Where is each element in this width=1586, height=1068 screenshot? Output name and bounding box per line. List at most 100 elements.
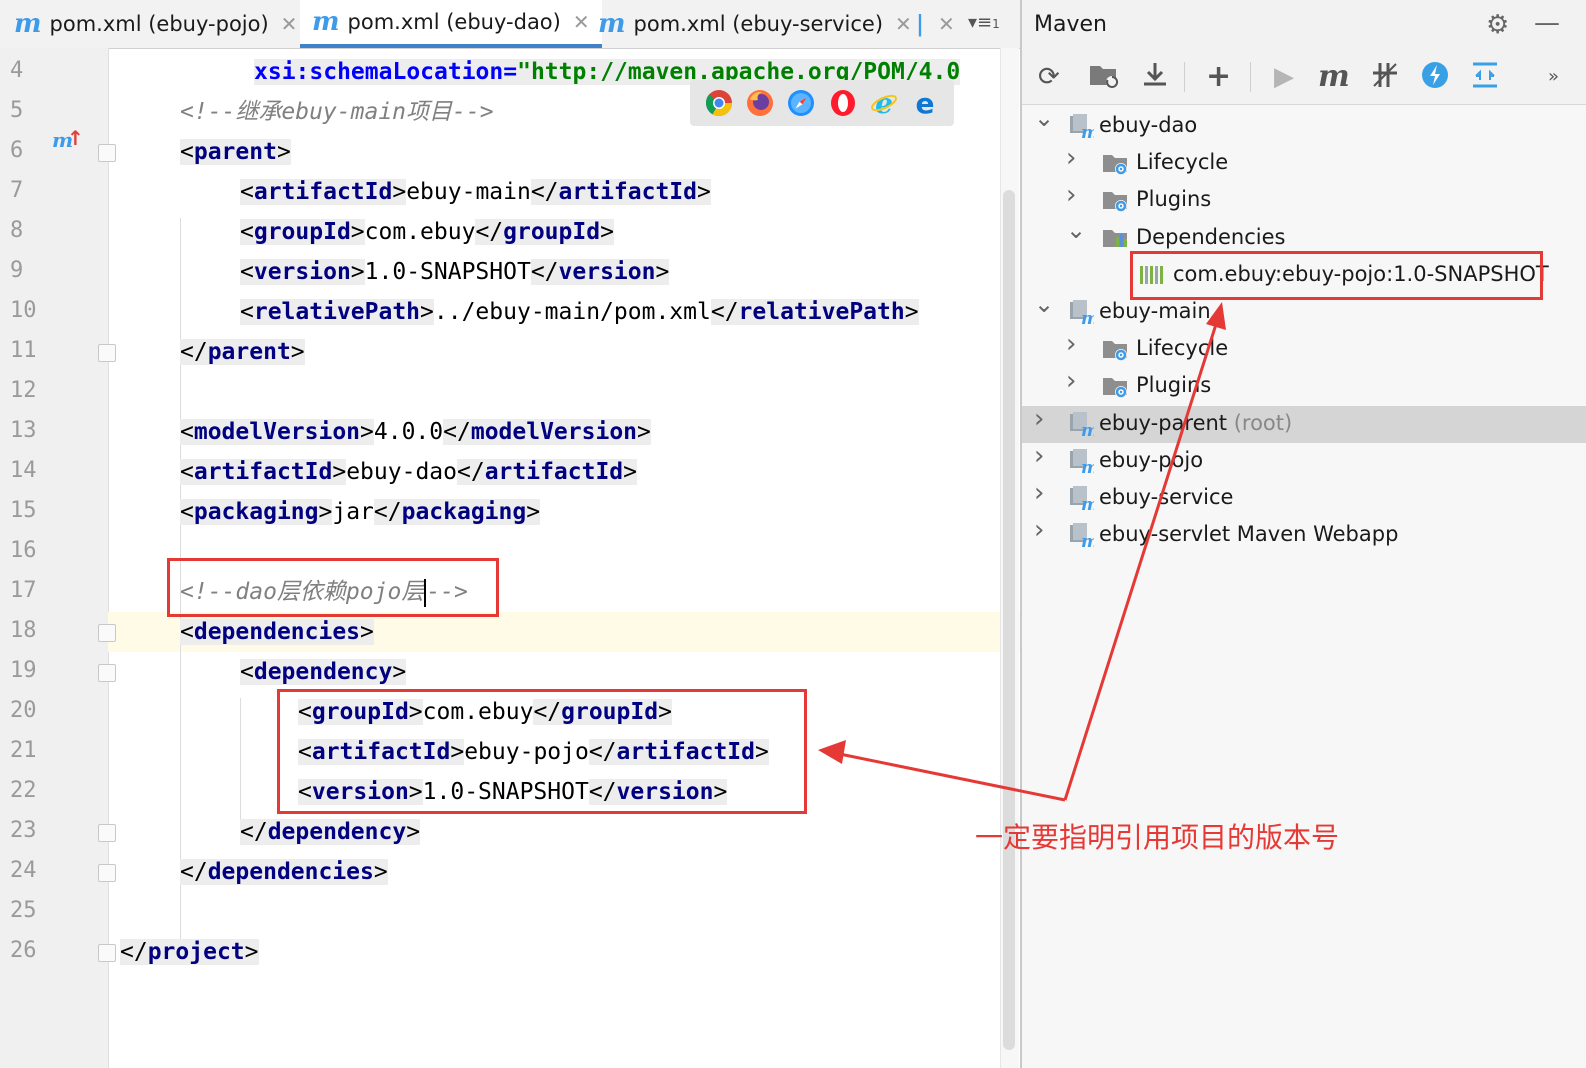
maven-module-icon: m	[1070, 411, 1094, 437]
chevron-right-icon[interactable]: ›	[1034, 515, 1044, 545]
code-line-13: <modelVersion>4.0.0</modelVersion>	[180, 419, 651, 445]
firefox-icon[interactable]	[746, 89, 774, 117]
fold-marker[interactable]	[98, 344, 116, 362]
maven-tool-window: Maven ⚙ — ⟳ + ▶ m » ⌄ m ebuy-dao › Lifecycle…	[1020, 0, 1586, 1068]
line-number: 15	[10, 498, 37, 523]
maven-module-icon: m	[1070, 486, 1094, 511]
chevron-right-icon[interactable]: ›	[1034, 404, 1044, 434]
close-icon[interactable]: ✕	[281, 12, 298, 36]
xml-tag-name: dependency	[267, 819, 407, 845]
maven-file-icon: m	[312, 7, 340, 37]
maven-file-icon: |	[916, 11, 925, 37]
tab-overflow-count: 1	[992, 17, 1000, 31]
toggle-offline-icon[interactable]	[1370, 60, 1400, 94]
annotation-box-maven-dependency	[1130, 251, 1543, 300]
safari-icon[interactable]	[787, 89, 815, 117]
tree-item-lifecycle[interactable]: › Lifecycle	[1022, 329, 1586, 368]
line-number: 21	[10, 738, 37, 763]
fold-marker[interactable]	[98, 864, 116, 882]
xml-tag-name: parent	[193, 139, 277, 165]
fold-marker[interactable]	[98, 664, 116, 682]
code-line-19: <dependency>	[240, 659, 407, 685]
download-icon[interactable]	[1140, 60, 1170, 94]
code-line-14: <artifactId>ebuy-dao</artifactId>	[180, 459, 638, 485]
opera-icon[interactable]	[829, 89, 857, 117]
chevron-down-icon[interactable]: ⌄	[1034, 290, 1054, 318]
add-icon[interactable]: +	[1206, 60, 1231, 94]
svg-text:m: m	[1081, 532, 1094, 548]
chrome-icon[interactable]	[705, 89, 733, 117]
edge-icon[interactable]: e	[911, 89, 939, 117]
code-line-18: <dependencies>	[180, 619, 374, 645]
vertical-scrollbar-thumb[interactable]	[1003, 190, 1015, 1050]
xml-text: ../ebuy-main/pom.xml	[433, 299, 711, 325]
line-number: 14	[10, 458, 37, 483]
tree-item-plugins[interactable]: › Plugins	[1022, 366, 1586, 405]
generate-sources-icon[interactable]	[1088, 60, 1120, 94]
line-number: 17	[10, 578, 37, 603]
editor-pane: m pom.xml (ebuy-pojo) ✕ m pom.xml (ebuy-…	[0, 0, 1020, 1068]
close-icon[interactable]: ✕	[895, 12, 912, 36]
tree-item-ebuy-service[interactable]: › m ebuy-service	[1022, 478, 1586, 517]
xml-tag-name: project	[147, 939, 245, 965]
line-number: 8	[10, 218, 24, 243]
tab-truncated[interactable]: | ✕	[916, 0, 955, 48]
tab-label: pom.xml (ebuy-dao)	[347, 10, 561, 34]
close-icon[interactable]: ✕	[938, 12, 955, 36]
reimport-icon[interactable]: ⟳	[1038, 60, 1060, 94]
more-actions-icon[interactable]: »	[1548, 60, 1559, 94]
chevron-right-icon[interactable]: ›	[1034, 478, 1044, 508]
chevron-down-icon[interactable]: ⌄	[1066, 216, 1086, 244]
tree-item-label: ebuy-main	[1099, 299, 1211, 323]
toolbar-separator	[1250, 62, 1251, 92]
fold-marker[interactable]	[98, 824, 116, 842]
tree-item-ebuy-dao[interactable]: ⌄ m ebuy-dao	[1022, 104, 1586, 145]
close-icon[interactable]: ✕	[573, 10, 590, 34]
maven-module-icon: m	[1070, 114, 1094, 139]
tab-pom-ebuy-service[interactable]: m pom.xml (ebuy-service) ✕	[598, 0, 912, 48]
chevron-down-icon[interactable]: ⌄	[1034, 104, 1054, 132]
svg-text:m: m	[1081, 123, 1094, 139]
tree-item-label: ebuy-service	[1099, 485, 1234, 509]
line-number: 25	[10, 898, 37, 923]
tree-item-label: Plugins	[1136, 373, 1212, 398]
internet-explorer-icon[interactable]: e	[870, 89, 898, 117]
xml-text: jar	[332, 499, 374, 525]
chevron-right-icon[interactable]: ›	[1066, 366, 1076, 396]
collapse-all-icon[interactable]	[1470, 60, 1500, 94]
gear-icon[interactable]: ⚙	[1486, 10, 1509, 40]
line-number: 12	[10, 378, 37, 403]
run-icon[interactable]: ▶	[1274, 60, 1294, 94]
tab-pom-ebuy-dao[interactable]: m pom.xml (ebuy-dao) ✕	[300, 0, 602, 48]
annotation-box-comment	[167, 558, 499, 617]
xml-text: com.ebuy	[364, 219, 476, 245]
chevron-right-icon[interactable]: ›	[1034, 441, 1044, 471]
tab-pom-ebuy-pojo[interactable]: m pom.xml (ebuy-pojo) ✕	[14, 0, 297, 48]
tree-item-lifecycle[interactable]: › Lifecycle	[1022, 143, 1586, 182]
tree-item-label: ebuy-parent	[1099, 410, 1228, 435]
chevron-right-icon[interactable]: ›	[1066, 329, 1076, 359]
tab-list-dropdown[interactable]: ▾≡1	[968, 12, 1000, 33]
fold-marker[interactable]	[98, 944, 116, 962]
fold-marker[interactable]	[98, 624, 116, 642]
indent-guide	[240, 698, 241, 828]
xml-tag-name: artifactId	[484, 459, 624, 485]
line-number: 11	[10, 338, 37, 363]
xml-tag-name: relativePath	[253, 299, 421, 325]
code-line-11: </parent>	[180, 339, 305, 365]
execute-maven-goal-icon[interactable]: m	[1318, 60, 1350, 94]
tree-item-ebuy-pojo[interactable]: › m ebuy-pojo	[1022, 441, 1586, 480]
skip-tests-icon[interactable]	[1420, 60, 1450, 94]
tree-item-plugins[interactable]: › Plugins	[1022, 180, 1586, 219]
maven-file-icon: m	[598, 9, 626, 39]
chevron-right-icon[interactable]: ›	[1066, 143, 1076, 173]
line-number: 18	[10, 618, 37, 643]
line-number-gutter: 4 5 6 7 8 9 10 11 12 13 14 15 16 17 18 19 20 21 22 23 24 25 26	[0, 48, 109, 1068]
tree-item-ebuy-parent[interactable]: › m ebuy-parent (root)	[1022, 404, 1586, 443]
minimize-icon[interactable]: —	[1534, 8, 1560, 38]
fold-marker[interactable]	[98, 144, 116, 162]
code-line-6: <parent>	[180, 139, 291, 165]
editor-tab-bar: m pom.xml (ebuy-pojo) ✕ m pom.xml (ebuy-…	[0, 0, 1020, 49]
chevron-right-icon[interactable]: ›	[1066, 180, 1076, 210]
tree-item-ebuy-servlet-maven-webapp[interactable]: › m ebuy-servlet Maven Webapp	[1022, 515, 1586, 554]
